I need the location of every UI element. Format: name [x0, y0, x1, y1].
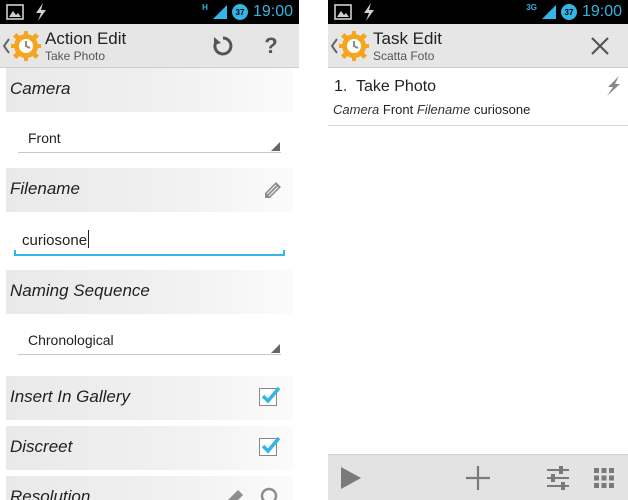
- bottom-toolbar: [328, 454, 628, 500]
- pencil-icon[interactable]: [261, 178, 285, 202]
- status-bar: 3G 37 19:00: [328, 0, 628, 24]
- gallery-notification-icon: [6, 4, 24, 20]
- naming-sequence-spinner[interactable]: Chronological: [0, 314, 299, 370]
- spinner-underline: [18, 152, 281, 153]
- task-properties-button[interactable]: [544, 464, 572, 492]
- status-bar: H 37 19:00: [0, 0, 299, 24]
- insert-in-gallery-label: Insert In Gallery: [10, 387, 130, 406]
- insert-in-gallery-checkbox[interactable]: [259, 386, 281, 406]
- discreet-row[interactable]: Discreet: [6, 426, 293, 470]
- filename-input[interactable]: curiosone: [0, 212, 299, 270]
- action-bar: Task Edit Scatta Foto: [328, 24, 628, 68]
- action-bar: Action Edit Take Photo ?: [0, 24, 299, 68]
- close-icon: [591, 37, 609, 55]
- checkmark-icon: [261, 436, 281, 454]
- filename-value: curiosone: [22, 232, 88, 249]
- grid-icon: [594, 468, 614, 488]
- discreet-checkbox[interactable]: [259, 436, 281, 456]
- pencil-icon[interactable]: [223, 486, 247, 500]
- task-action-item[interactable]: 1. Take Photo Camera Front Filename curi…: [328, 68, 628, 126]
- help-icon: ?: [264, 33, 278, 58]
- back-icon[interactable]: [2, 36, 10, 56]
- gallery-notification-icon: [334, 4, 352, 20]
- action-number: 1.: [334, 78, 348, 95]
- play-icon: [341, 467, 361, 489]
- action-bar-subtitle: Scatta Foto: [373, 49, 435, 63]
- naming-sequence-header: Naming Sequence: [6, 270, 293, 314]
- tasker-notification-icon: [36, 3, 46, 21]
- network-type: H: [202, 2, 208, 12]
- param-camera-value: Front: [382, 102, 414, 117]
- camera-header: Camera: [6, 68, 293, 112]
- spinner-underline: [18, 354, 281, 355]
- param-filename-value: curiosone: [473, 102, 531, 117]
- param-filename-label: Filename: [416, 102, 471, 117]
- help-button[interactable]: ?: [257, 32, 285, 60]
- naming-sequence-label: Naming Sequence: [10, 281, 150, 300]
- back-icon[interactable]: [330, 36, 338, 56]
- spinner-arrow-icon: [271, 142, 280, 151]
- undo-icon: [213, 36, 233, 56]
- network-type: 3G: [526, 2, 537, 12]
- action-bar-subtitle: Take Photo: [45, 49, 106, 63]
- resolution-label: Resolution: [10, 487, 91, 500]
- clock: 19:00: [581, 3, 622, 20]
- spinner-arrow-icon: [271, 344, 280, 353]
- tasker-logo-icon[interactable]: [10, 30, 42, 62]
- lightning-icon[interactable]: [604, 76, 622, 96]
- add-icon: [466, 466, 490, 490]
- input-underline: [14, 250, 285, 256]
- search-icon[interactable]: [259, 486, 283, 500]
- task-edit-screen: 3G 37 19:00 Task Edit Scatta Foto 1. Tak…: [328, 0, 628, 500]
- discreet-label: Discreet: [10, 437, 73, 456]
- resolution-header: Resolution: [6, 476, 293, 500]
- sliders-icon: [547, 466, 569, 490]
- naming-sequence-value: Chronological: [28, 332, 114, 348]
- grid-menu-button[interactable]: [590, 464, 618, 492]
- tasker-logo-icon[interactable]: [338, 30, 370, 62]
- action-form: Camera Front Filename curiosone Naming S…: [0, 68, 299, 500]
- filename-header: Filename: [6, 168, 293, 212]
- action-bar-title: Action Edit: [45, 29, 127, 48]
- battery-icon: 37: [560, 4, 577, 20]
- screen-gap: [299, 0, 328, 500]
- add-action-button[interactable]: [464, 464, 492, 492]
- insert-in-gallery-row[interactable]: Insert In Gallery: [6, 376, 293, 420]
- close-button[interactable]: [586, 32, 614, 60]
- camera-spinner[interactable]: Front: [0, 112, 299, 168]
- tasker-notification-icon: [364, 3, 374, 21]
- param-camera-label: Camera: [333, 102, 380, 117]
- camera-label: Camera: [10, 79, 71, 98]
- action-name: Take Photo: [356, 78, 437, 95]
- text-cursor: [88, 230, 90, 248]
- camera-value: Front: [28, 130, 61, 146]
- filename-label: Filename: [10, 179, 80, 198]
- clock: 19:00: [252, 3, 293, 20]
- action-edit-screen: H 37 19:00 Action Edit Take Photo ? Came…: [0, 0, 299, 500]
- signal-icon: [212, 5, 227, 19]
- undo-button[interactable]: [209, 32, 237, 60]
- battery-icon: 37: [231, 4, 248, 20]
- play-button[interactable]: [336, 464, 364, 492]
- signal-icon: [541, 5, 556, 19]
- checkmark-icon: [261, 386, 281, 404]
- action-bar-title: Task Edit: [373, 29, 442, 48]
- action-params: Camera Front Filename curiosone: [333, 102, 530, 117]
